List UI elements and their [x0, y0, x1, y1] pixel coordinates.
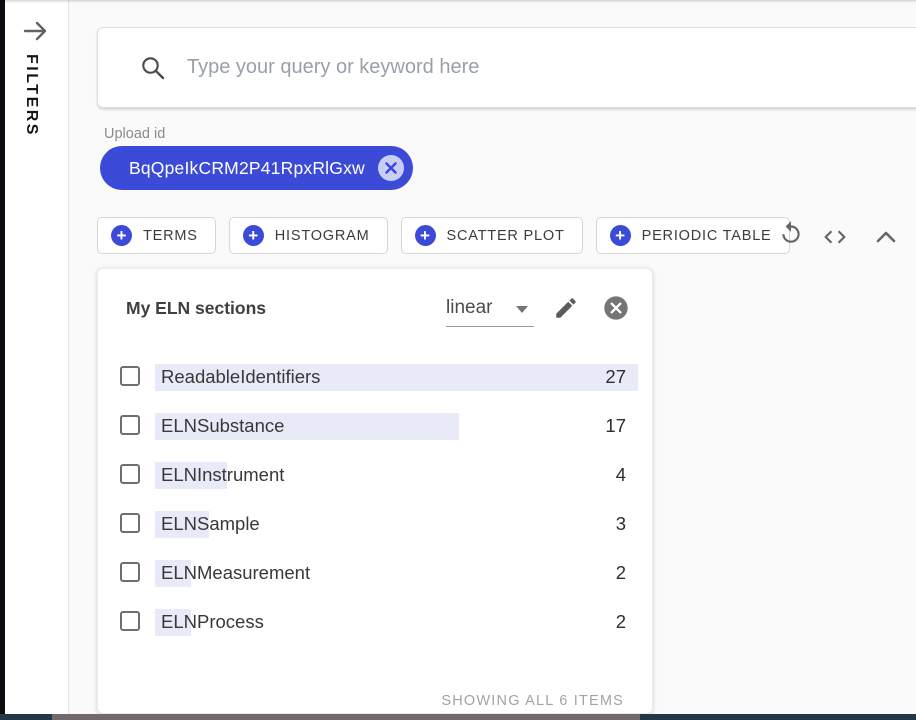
add-scatter-plot-button[interactable]: + SCATTER PLOT [401, 217, 583, 254]
collapse-panel-chevron-up-icon[interactable] [874, 227, 898, 247]
row-checkbox[interactable] [120, 366, 140, 386]
row-label: ELNProcess [161, 611, 264, 633]
row-checkbox[interactable] [120, 562, 140, 582]
widget-button-label: HISTOGRAM [275, 228, 370, 244]
row-checkbox[interactable] [120, 464, 140, 484]
plus-icon: + [243, 225, 264, 246]
row-label: ELNMeasurement [161, 562, 310, 584]
card-title: My ELN sections [126, 298, 266, 319]
filter-row[interactable]: ELNSubstance 17 [98, 402, 654, 451]
top-shadow [0, 0, 916, 3]
search-icon [140, 55, 166, 81]
search-bar [97, 27, 916, 108]
filters-label: FILTERS [22, 54, 40, 137]
filter-row[interactable]: ELNMeasurement 2 [98, 549, 654, 598]
close-card-icon[interactable] [602, 294, 630, 322]
upload-id-chip[interactable]: BqQpeIkCRM2P41RpxRlGxw [100, 146, 413, 190]
row-count: 2 [616, 562, 626, 584]
plus-icon: + [415, 225, 436, 246]
row-count: 4 [616, 464, 626, 486]
edit-pencil-icon[interactable] [553, 295, 579, 321]
row-count: 2 [616, 611, 626, 633]
caret-down-icon [516, 306, 528, 313]
filter-row[interactable]: ELNInstrument 4 [98, 451, 654, 500]
code-view-icon[interactable] [822, 224, 848, 250]
plus-icon: + [610, 225, 631, 246]
upload-id-chip-value: BqQpeIkCRM2P41RpxRlGxw [129, 158, 365, 179]
horizontal-scrollbar-thumb[interactable] [52, 714, 640, 720]
filter-list: ReadableIdentifiers 27 ELNSubstance 17 ELNIn… [98, 353, 654, 647]
add-periodic-table-button[interactable]: + PERIODIC TABLE [596, 217, 790, 254]
filter-row[interactable]: ReadableIdentifiers 27 [98, 353, 654, 402]
search-page: FILTERS Upload id BqQpeIkCRM2P41RpxRlGxw… [0, 0, 916, 720]
upload-id-label: Upload id [104, 126, 165, 142]
row-count: 27 [605, 366, 626, 388]
filter-row[interactable]: ELNSample 3 [98, 500, 654, 549]
row-label: ReadableIdentifiers [161, 366, 320, 388]
scale-select[interactable]: linear [446, 297, 534, 327]
search-input[interactable] [185, 55, 829, 80]
row-label: ELNSubstance [161, 415, 284, 437]
widget-button-label: SCATTER PLOT [447, 228, 565, 244]
chip-delete-icon[interactable] [377, 154, 405, 182]
add-histogram-button[interactable]: + HISTOGRAM [229, 217, 388, 254]
row-label: ELNSample [161, 513, 260, 535]
widget-toolbar: + TERMS + HISTOGRAM + SCATTER PLOT + PERIODIC T… [97, 217, 790, 254]
eln-sections-card: My ELN sections linear ReadableIdentifie… [97, 268, 653, 714]
widget-button-label: TERMS [143, 228, 198, 244]
open-sidebar-arrow-icon[interactable] [19, 14, 53, 48]
filter-row[interactable]: ELNProcess 2 [98, 598, 654, 647]
add-terms-button[interactable]: + TERMS [97, 217, 216, 254]
card-footer-text: SHOWING ALL 6 ITEMS [441, 693, 624, 709]
filters-sidebar: FILTERS [5, 0, 69, 720]
scale-select-value: linear [446, 297, 492, 319]
row-checkbox[interactable] [120, 415, 140, 435]
row-count: 17 [605, 415, 626, 437]
plus-icon: + [111, 225, 132, 246]
footer-strip-left [0, 714, 52, 720]
scale-select-underline [446, 326, 534, 327]
row-label: ELNInstrument [161, 464, 284, 486]
row-count: 3 [616, 513, 626, 535]
row-checkbox[interactable] [120, 611, 140, 631]
footer-strip-right [640, 714, 916, 720]
widget-button-label: PERIODIC TABLE [642, 228, 772, 244]
reset-statistics-icon[interactable] [778, 220, 804, 246]
row-checkbox[interactable] [120, 513, 140, 533]
